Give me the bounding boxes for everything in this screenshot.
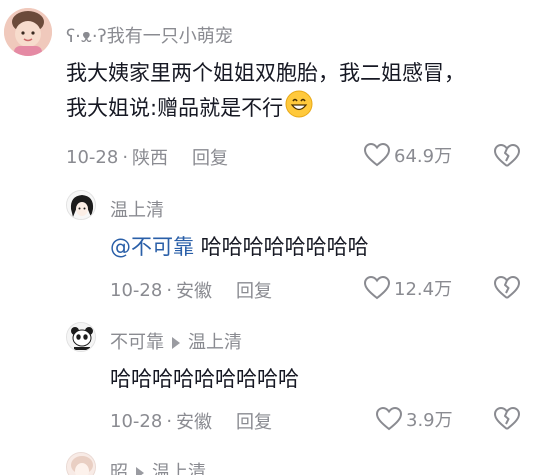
comment-text: 哈哈哈哈哈哈哈哈哈 <box>110 367 299 391</box>
reply-button[interactable]: 回复 <box>236 277 272 303</box>
comment-meta: 10-28 · 陕西 回复 <box>66 144 228 170</box>
avatar[interactable] <box>66 322 96 352</box>
broken-heart-icon <box>494 276 520 299</box>
avatar[interactable] <box>66 452 96 475</box>
reply-to-username[interactable]: 温上清 <box>152 462 206 475</box>
comment-username[interactable]: ʕ·ᴥ·ʔ我有一只小萌宠 <box>66 22 233 48</box>
comment-text: @不可靠 哈哈哈哈哈哈哈哈 <box>110 230 369 264</box>
grinning-emoji-icon <box>285 90 313 128</box>
broken-heart-icon <box>494 407 520 430</box>
like-button[interactable]: 12.4万 <box>364 275 452 301</box>
reply-to-username[interactable]: 温上清 <box>188 332 242 353</box>
separator: · <box>166 410 173 432</box>
child-avatar-icon <box>4 8 52 56</box>
comment-date: 10-28 <box>66 146 119 168</box>
comment-text-content: 哈哈哈哈哈哈哈哈 <box>194 235 369 259</box>
broken-heart-icon <box>494 144 520 167</box>
avatar[interactable] <box>66 190 96 220</box>
comment-text: 我大姨家里两个姐姐双胞胎，我二姐感冒， 我大姐说:赠品就是不行 <box>66 56 465 128</box>
reply-arrow-icon <box>172 337 180 349</box>
mention-link[interactable]: @不可靠 <box>110 235 194 259</box>
dislike-button[interactable] <box>494 276 520 304</box>
comment-username[interactable]: 昭 <box>110 462 128 475</box>
heart-outline-icon <box>364 276 390 300</box>
like-button[interactable]: 64.9万 <box>364 142 452 168</box>
comment-username[interactable]: 不可靠 <box>110 332 164 353</box>
comment-username-row: 不可靠 温上清 <box>110 328 242 354</box>
anime-avatar-icon <box>67 453 95 475</box>
avatar[interactable] <box>4 8 52 56</box>
panda-avatar-icon <box>67 323 95 351</box>
reply-arrow-icon <box>136 467 144 475</box>
comment-location: 安徽 <box>176 281 213 302</box>
comment-text-line: 我大姐说:赠品就是不行 <box>66 90 465 128</box>
separator: · <box>166 279 173 301</box>
separator: · <box>122 146 129 168</box>
dislike-button[interactable] <box>494 144 520 172</box>
comment-username-row: 昭 温上清 <box>110 458 206 475</box>
comment-location: 安徽 <box>176 412 213 433</box>
comment-meta: 10-28 · 安徽 回复 <box>110 277 272 303</box>
like-count: 3.9万 <box>406 410 453 431</box>
anime-avatar-icon <box>67 191 95 219</box>
comment-username[interactable]: 温上清 <box>110 196 164 222</box>
heart-outline-icon <box>376 407 402 431</box>
like-button[interactable]: 3.9万 <box>376 406 453 432</box>
comment-date: 10-28 <box>110 279 163 301</box>
comment-text-line: 我大姨家里两个姐姐双胞胎，我二姐感冒， <box>66 61 465 85</box>
like-count: 12.4万 <box>394 279 453 300</box>
heart-outline-icon <box>364 143 390 167</box>
comment-meta: 10-28 · 安徽 回复 <box>110 408 272 434</box>
like-count: 64.9万 <box>394 146 453 167</box>
dislike-button[interactable] <box>494 407 520 435</box>
reply-button[interactable]: 回复 <box>236 408 272 434</box>
comment-date: 10-28 <box>110 410 163 432</box>
comment-text-line-content: 我大姐说:赠品就是不行 <box>66 96 284 120</box>
comment-location: 陕西 <box>132 148 169 169</box>
reply-button[interactable]: 回复 <box>192 144 228 170</box>
